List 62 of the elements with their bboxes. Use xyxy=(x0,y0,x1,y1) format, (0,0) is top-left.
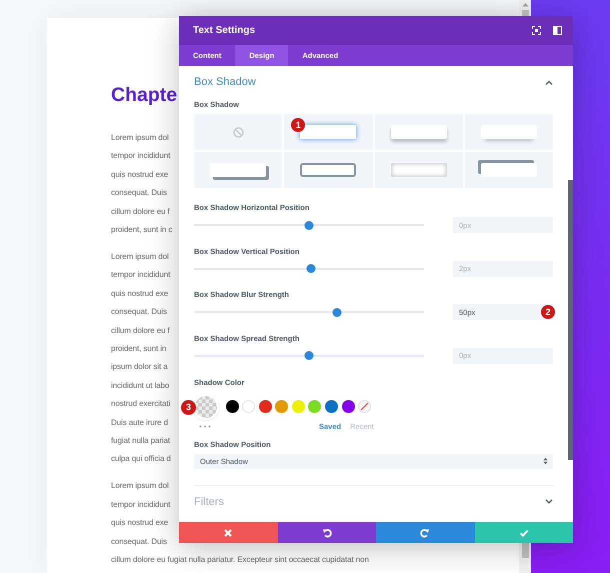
shadow-preset[interactable]: 1 xyxy=(284,114,372,150)
step-badge: 2 xyxy=(541,305,555,319)
paragraph-line: tempor incididunt xyxy=(111,498,170,511)
color-picker[interactable] xyxy=(195,396,217,418)
close-icon xyxy=(223,528,234,538)
paragraph-line: proident, sunt in xyxy=(111,342,166,355)
paragraph-line: Lorem ipsum dol xyxy=(111,250,169,263)
paragraph-line: Lorem ipsum dol xyxy=(111,132,169,144)
window-title: Text Settings xyxy=(193,25,256,36)
paragraph-line: quis nostrud exe xyxy=(111,168,168,181)
shadow-preset[interactable] xyxy=(374,114,463,150)
paragraph-line: ipsum dolor sit a xyxy=(111,361,168,374)
sidebar-icon[interactable] xyxy=(553,26,562,35)
no-color-icon[interactable] xyxy=(358,400,372,413)
paragraph-line: Lorem ipsum dol xyxy=(111,480,169,492)
paragraph-line: consequat. Duis xyxy=(111,536,167,548)
paragraph-line: tempor incididunt xyxy=(111,150,170,162)
paragraph-line: quis nostrud exe xyxy=(111,517,168,530)
shadow-preset[interactable] xyxy=(284,152,372,188)
step-badge: 1 xyxy=(291,118,306,132)
slider-thumb[interactable] xyxy=(332,308,342,316)
slider-thumb[interactable] xyxy=(306,264,316,273)
paragraph-line: proident, sunt in c xyxy=(111,224,172,236)
color-swatch[interactable] xyxy=(258,400,272,413)
paragraph-line: quis nostrud exe xyxy=(111,288,168,300)
color-swatch[interactable] xyxy=(308,400,322,413)
color-swatch[interactable] xyxy=(226,400,238,413)
color-swatch[interactable] xyxy=(242,400,256,413)
paragraph-line: consequat. Duis xyxy=(111,187,167,200)
undo-button[interactable] xyxy=(278,522,376,543)
paragraph-line: cillum dolore eu f xyxy=(111,206,170,218)
page-heading: Chapte xyxy=(111,83,178,108)
redo-icon xyxy=(420,528,430,538)
chevron-down-icon[interactable] xyxy=(545,499,553,504)
paragraph-line: incididunt ut labo xyxy=(111,380,170,392)
shadow-preset[interactable] xyxy=(194,152,282,188)
expand-icon[interactable] xyxy=(532,26,541,35)
slider-thumb[interactable] xyxy=(304,220,314,230)
step-badge: 3 xyxy=(181,400,196,414)
paragraph-line: consequat. Duis xyxy=(111,306,167,318)
color-swatch[interactable] xyxy=(325,400,338,413)
color-swatch[interactable] xyxy=(275,400,288,413)
slider-thumb[interactable] xyxy=(304,351,314,360)
chevron-up-icon[interactable] xyxy=(545,80,553,84)
paragraph-line: tempor incididunt xyxy=(111,269,170,282)
paragraph-line: cillum dolore eu fugiat nulla pariatur. Excepteur sint occaecat cupidatat non xyxy=(111,554,369,566)
undo-icon xyxy=(322,528,332,538)
updown-icon xyxy=(543,457,548,465)
scrollbar-thumb[interactable] xyxy=(568,180,573,460)
paragraph-line: Duis aute irure d xyxy=(111,416,168,429)
section-title[interactable]: Box Shadow xyxy=(194,76,256,88)
scroll-up-icon[interactable] xyxy=(522,2,528,7)
color-swatch[interactable] xyxy=(342,400,355,413)
prohibited-icon xyxy=(232,126,244,138)
paragraph-line: fugiat nulla pariat xyxy=(111,435,170,447)
check-icon xyxy=(518,528,529,538)
color-swatch[interactable] xyxy=(292,400,305,413)
paragraph-line: cillum dolore eu f xyxy=(111,324,170,337)
more-icon[interactable] xyxy=(199,425,211,428)
paragraph-line: nostrud exercitati xyxy=(111,398,170,410)
shadow-preset[interactable] xyxy=(464,152,553,188)
paragraph-line: culpa qui officia d xyxy=(111,453,171,466)
